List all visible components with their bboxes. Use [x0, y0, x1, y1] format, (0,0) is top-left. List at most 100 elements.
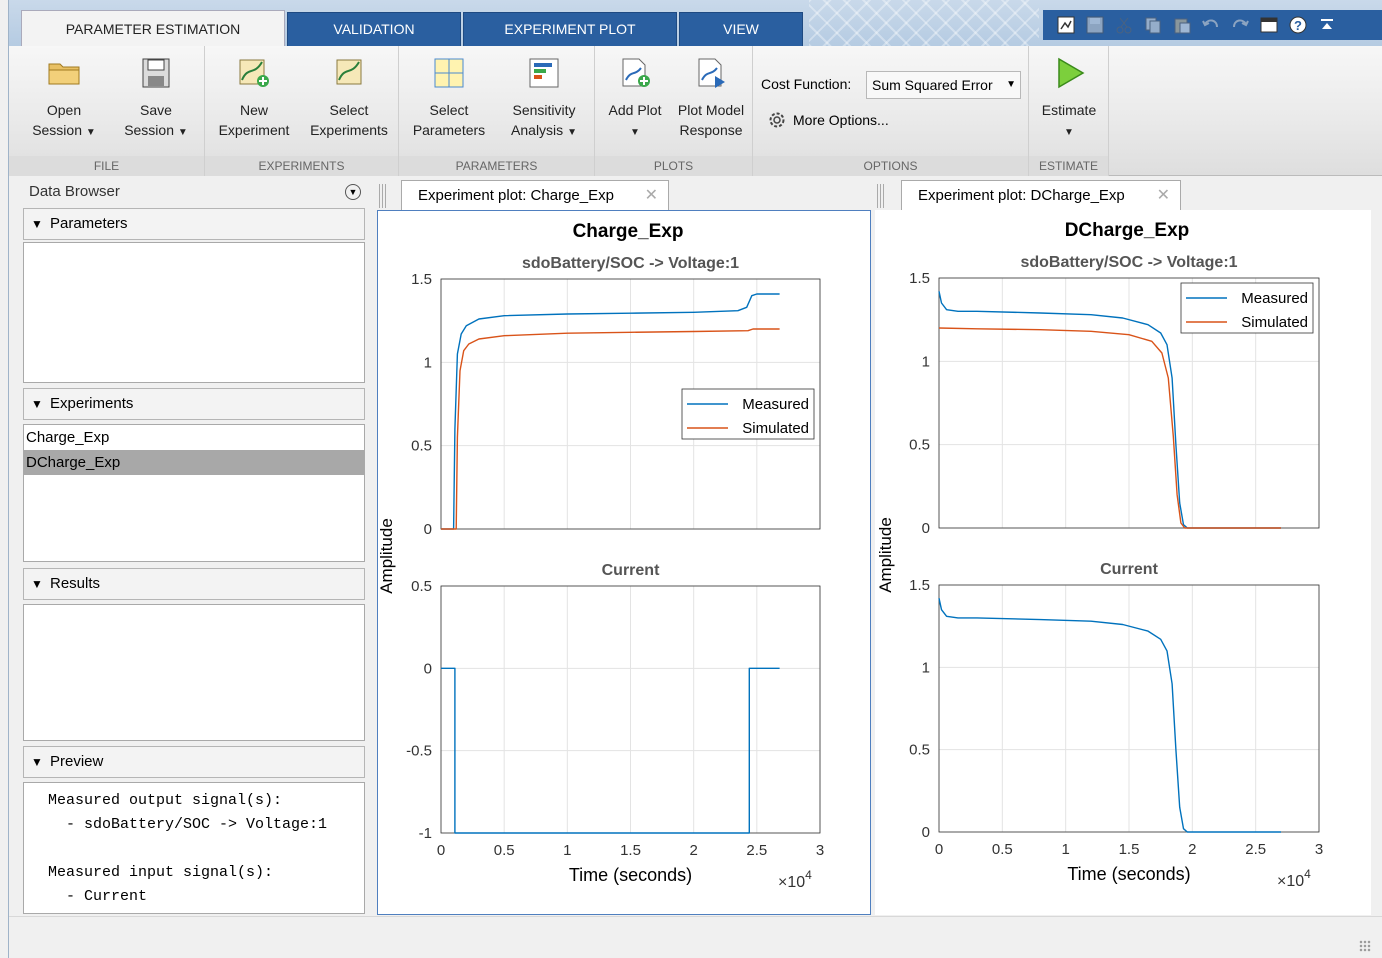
x-axis-label: Time (seconds) [1067, 864, 1190, 884]
undo-icon[interactable] [1198, 13, 1224, 37]
y-tick-label: 0.5 [411, 578, 432, 595]
collapse-ribbon-icon[interactable] [1314, 13, 1340, 37]
panel-menu-icon[interactable]: ▼ [345, 184, 361, 200]
y-tick-label: 0 [424, 660, 432, 677]
session-label: Session [124, 122, 174, 138]
chart-title: Charge_Exp [573, 221, 684, 242]
select-label: Select [329, 102, 369, 118]
list-item[interactable]: DCharge_Exp [24, 450, 364, 475]
data-browser-title: Data Browser [29, 183, 120, 200]
x-axis-label: Time (seconds) [569, 865, 692, 885]
legend-entry: Measured [1241, 290, 1308, 307]
cut-icon[interactable] [1111, 13, 1137, 37]
add-plot-button[interactable]: Add Plot ▼ [601, 52, 669, 143]
estimate-group: Estimate ▼ ESTIMATE [1029, 46, 1109, 176]
tab-parameter-estimation[interactable]: PARAMETER ESTIMATION [21, 10, 285, 46]
panel-subtitle: sdoBattery/SOC -> Voltage:1 [522, 255, 739, 272]
tab-validation[interactable]: VALIDATION [287, 12, 461, 46]
select-experiments-icon [336, 59, 362, 85]
preview-section-label: Preview [50, 753, 104, 770]
x-tick-label: 1.5 [620, 842, 641, 859]
doc-tab-dcharge-exp[interactable]: Experiment plot: DCharge_Exp ✕ [901, 180, 1181, 212]
chevron-down-icon: ▼ [85, 127, 96, 138]
results-section-header[interactable]: ▼ Results [23, 568, 365, 600]
plot-model-response-button[interactable]: Plot Model Response [671, 52, 751, 140]
group-label-file: FILE [9, 156, 204, 176]
copy-icon[interactable] [1140, 13, 1166, 37]
list-item[interactable]: Charge_Exp [24, 425, 364, 450]
open-session-button[interactable]: Open Session ▼ [21, 52, 107, 143]
open-label: Open [46, 102, 82, 118]
drag-handle[interactable] [379, 184, 387, 208]
experiments-list: Charge_Exp DCharge_Exp [23, 424, 365, 562]
sensitivity-analysis-button[interactable]: Sensitivity Analysis ▼ [497, 52, 591, 143]
drag-handle[interactable] [877, 184, 885, 208]
tab-experiment-plot[interactable]: EXPERIMENT PLOT [463, 12, 677, 46]
save-session-button[interactable]: Save Session ▼ [113, 52, 199, 143]
doc-tab-label: Experiment plot: Charge_Exp [418, 187, 614, 204]
sensitivity-analysis-icon [529, 58, 559, 88]
panel-subtitle: Current [1100, 561, 1158, 578]
legend-entry: Simulated [742, 420, 809, 437]
select-parameters-button[interactable]: Select Parameters [403, 52, 495, 140]
plot-panel-dcharge: DCharge_Exp Amplitude sdoBattery/SOC -> Vo… [875, 210, 1371, 915]
y-tick-label: -1 [419, 825, 432, 842]
preview-section-header[interactable]: ▼ Preview [23, 746, 365, 778]
cost-function-value: Sum Squared Error [872, 77, 993, 93]
cost-function-select[interactable]: Sum Squared Error ▼ [866, 71, 1021, 99]
parameters-label: Parameters [412, 122, 486, 138]
series-line-simulated [938, 327, 1281, 529]
redo-icon[interactable] [1227, 13, 1253, 37]
y-tick-label: 1.5 [411, 271, 432, 288]
help-icon[interactable]: ? [1285, 13, 1311, 37]
parameters-group: Select Parameters Sensitivity Analysis ▼… [399, 46, 595, 176]
tab-view[interactable]: VIEW [679, 12, 803, 46]
x-tick-label: 1 [563, 842, 571, 859]
doc-tab-label: Experiment plot: DCharge_Exp [918, 187, 1125, 204]
cost-function-label: Cost Function: [761, 76, 852, 92]
save-icon[interactable] [1082, 13, 1108, 37]
doc-tab-charge-exp[interactable]: Experiment plot: Charge_Exp ✕ [401, 180, 669, 212]
x-axis-exponent: ×104 [1277, 867, 1311, 890]
x-tick-label: 3 [1315, 841, 1323, 858]
document-area-charge: Experiment plot: Charge_Exp ✕ Charge_Exp… [377, 178, 871, 915]
parameters-section-header[interactable]: ▼ Parameters [23, 208, 365, 240]
chevron-down-icon: ▼ [567, 127, 577, 138]
experiments-section-header[interactable]: ▼ Experiments [23, 388, 365, 420]
group-label-options: OPTIONS [753, 156, 1028, 176]
results-list[interactable] [23, 604, 365, 741]
x-axis-exponent-power: 4 [805, 868, 812, 882]
y-tick-label: 1 [922, 659, 930, 676]
x-tick-label: 2 [689, 842, 697, 859]
parameters-list[interactable] [23, 242, 365, 383]
analysis-label: Analysis [511, 122, 564, 138]
title-bar-pattern [809, 0, 1039, 46]
svg-text:?: ? [1294, 18, 1302, 33]
close-icon[interactable]: ✕ [1157, 181, 1170, 211]
plot-tools-icon[interactable] [1053, 13, 1079, 37]
x-tick-label: 2.5 [1245, 841, 1266, 858]
select-experiments-button[interactable]: Select Experiments [303, 52, 395, 140]
experiments-label: Experiments [310, 122, 388, 138]
experiments-group: New Experiment Select Experiments EXPERI… [205, 46, 399, 176]
new-experiment-button[interactable]: New Experiment [209, 52, 299, 140]
more-options-button[interactable]: More Options... [767, 110, 889, 130]
x-tick-label: 0 [935, 841, 943, 858]
close-icon[interactable]: ✕ [645, 181, 658, 211]
y-tick-label: 0 [922, 824, 930, 841]
window-icon[interactable] [1256, 13, 1282, 37]
plot-model-response-icon [698, 58, 725, 88]
collapse-triangle-icon: ▼ [31, 755, 43, 769]
resize-grip-icon[interactable] [1359, 940, 1371, 952]
legend-entry: Simulated [1241, 314, 1308, 331]
chart-charge-exp: Charge_Exp Amplitude sdoBattery/SOC -> Vol… [377, 221, 824, 891]
x-tick-label: 0.5 [992, 841, 1013, 858]
estimate-button[interactable]: Estimate ▼ [1033, 52, 1105, 143]
document-area-dcharge: Experiment plot: DCharge_Exp ✕ DCharge_E… [875, 178, 1371, 915]
quick-access-toolbar: ? [1043, 10, 1382, 40]
chart-title: DCharge_Exp [1065, 220, 1190, 241]
paste-icon[interactable] [1169, 13, 1195, 37]
y-tick-label: 1.5 [909, 270, 930, 287]
select-parameters-icon [434, 58, 464, 88]
x-tick-label: 3 [816, 842, 824, 859]
